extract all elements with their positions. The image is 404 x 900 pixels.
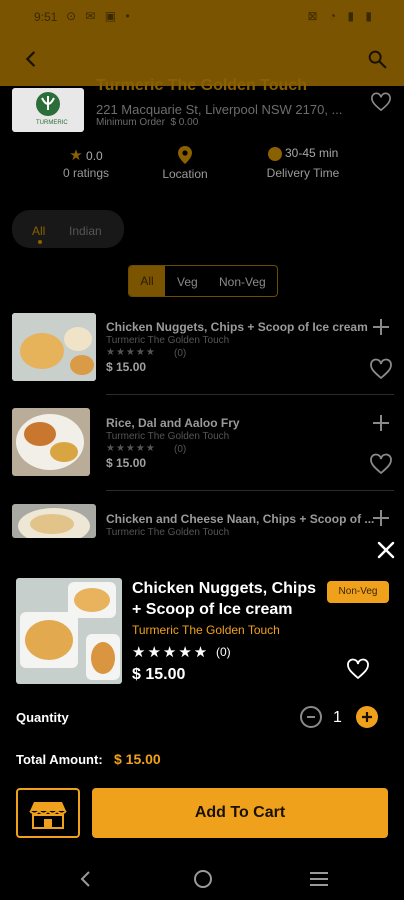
list-divider bbox=[106, 394, 394, 395]
close-icon[interactable] bbox=[376, 540, 396, 560]
location-stat[interactable]: Location bbox=[155, 146, 215, 181]
quantity-value: 1 bbox=[333, 709, 342, 726]
delivery-time-value: 30-45 min bbox=[284, 146, 339, 160]
stopwatch-icon bbox=[267, 146, 282, 161]
chip-indian[interactable]: Indian bbox=[69, 224, 102, 238]
dish-restaurant: Turmeric The Golden Touch bbox=[106, 431, 230, 442]
dish-image[interactable] bbox=[12, 313, 96, 381]
minimum-order: Minimum Order $ 0.00 bbox=[96, 117, 198, 128]
back-arrow-icon[interactable] bbox=[20, 48, 42, 70]
add-to-cart-button[interactable]: Add To Cart bbox=[92, 788, 388, 838]
restaurant-address: 221 Macquarie St, Liverpool NSW 2170, ..… bbox=[96, 102, 343, 117]
delivery-time-label: Delivery Time bbox=[266, 166, 340, 180]
category-chips: All Indian bbox=[12, 210, 124, 248]
decrease-quantity-button[interactable] bbox=[300, 706, 322, 728]
add-dish-plus-icon[interactable] bbox=[372, 318, 390, 336]
restaurant-name: Turmeric The Golden Touch bbox=[96, 77, 307, 94]
filter-non-veg[interactable]: Non-Veg bbox=[219, 275, 266, 289]
dish-rating-count: (0) bbox=[174, 444, 187, 455]
increase-quantity-button[interactable] bbox=[356, 706, 378, 728]
dish-detail-image bbox=[16, 578, 122, 684]
status-system-icons: ⊠ ◔ ▮ ▮ bbox=[307, 9, 376, 23]
list-divider bbox=[106, 490, 394, 491]
restaurant-logo: TURMERIC bbox=[12, 88, 84, 132]
chip-all[interactable]: All bbox=[32, 224, 45, 238]
restaurant-logo-text: TURMERIC bbox=[36, 120, 68, 126]
quantity-label: Quantity bbox=[16, 710, 69, 725]
favorite-restaurant-heart-icon[interactable] bbox=[370, 92, 392, 112]
dish-title[interactable]: Rice, Dal and Aaloo Fry bbox=[106, 416, 240, 430]
rating-value: 0.0 bbox=[86, 149, 103, 163]
plus-icon bbox=[362, 712, 372, 722]
total-amount-label: Total Amount: bbox=[16, 752, 103, 767]
status-bar: 9:51 ⊙ ✉ ▣ • ⊠ ◔ ▮ ▮ bbox=[0, 0, 404, 34]
favorite-heart-icon[interactable] bbox=[346, 658, 370, 680]
store-icon bbox=[29, 802, 67, 829]
add-dish-plus-icon[interactable] bbox=[372, 414, 390, 432]
rating-stat: ★ 0.0 0 ratings bbox=[56, 146, 116, 180]
location-pin-icon bbox=[178, 146, 192, 164]
search-icon[interactable] bbox=[366, 48, 388, 70]
dish-title[interactable]: Chicken and Cheese Naan, Chips + Scoop o… bbox=[106, 512, 374, 526]
filter-all[interactable]: All bbox=[129, 266, 165, 296]
nav-back-icon[interactable] bbox=[76, 869, 96, 889]
dish-price: $ 15.00 bbox=[106, 360, 147, 374]
dish-image[interactable] bbox=[12, 504, 96, 538]
dish-detail-rating-stars: ★★★★★ bbox=[132, 644, 210, 661]
nav-recents-icon[interactable] bbox=[308, 869, 330, 889]
chip-selected-dot bbox=[38, 240, 42, 244]
dish-restaurant: Turmeric The Golden Touch bbox=[106, 527, 230, 538]
dish-rating-count: (0) bbox=[174, 348, 187, 359]
ratings-label: 0 ratings bbox=[62, 166, 110, 180]
dish-detail-title: Chicken Nuggets, Chips + Scoop of Ice cr… bbox=[132, 580, 317, 618]
dish-detail-restaurant: Turmeric The Golden Touch bbox=[132, 623, 280, 637]
dish-restaurant: Turmeric The Golden Touch bbox=[106, 335, 230, 346]
store-button[interactable] bbox=[16, 788, 80, 838]
nav-home-icon[interactable] bbox=[192, 868, 214, 890]
status-time: 9:51 bbox=[34, 10, 58, 24]
minimum-order-label: Minimum Order bbox=[96, 117, 165, 128]
status-notification-icons: ⊙ ✉ ▣ • bbox=[66, 9, 133, 23]
minimum-order-value: $ 0.00 bbox=[170, 117, 199, 128]
minus-icon bbox=[307, 716, 315, 718]
favorite-dish-heart-icon[interactable] bbox=[369, 358, 393, 380]
favorite-dish-heart-icon[interactable] bbox=[369, 453, 393, 475]
dish-detail-rating-count: (0) bbox=[216, 645, 231, 659]
add-dish-plus-icon[interactable] bbox=[372, 509, 390, 527]
dish-image[interactable] bbox=[12, 408, 90, 476]
dish-rating-stars: ★★★★★ bbox=[106, 347, 156, 358]
dish-price: $ 15.00 bbox=[106, 456, 147, 470]
dish-title[interactable]: Chicken Nuggets, Chips + Scoop of Ice cr… bbox=[106, 320, 368, 334]
rating-star-icon: ★ bbox=[69, 147, 83, 164]
non-veg-badge: Non-Veg bbox=[327, 581, 389, 603]
location-label: Location bbox=[162, 167, 208, 181]
filter-veg[interactable]: Veg bbox=[177, 275, 198, 289]
total-amount-value: $ 15.00 bbox=[114, 751, 161, 767]
dish-detail-price: $ 15.00 bbox=[132, 666, 186, 683]
delivery-time-stat: 30-45 min Delivery Time bbox=[258, 146, 348, 180]
diet-filter: All Veg Non-Veg bbox=[128, 265, 278, 297]
system-nav-bar bbox=[0, 860, 404, 900]
dish-rating-stars: ★★★★★ bbox=[106, 443, 156, 454]
